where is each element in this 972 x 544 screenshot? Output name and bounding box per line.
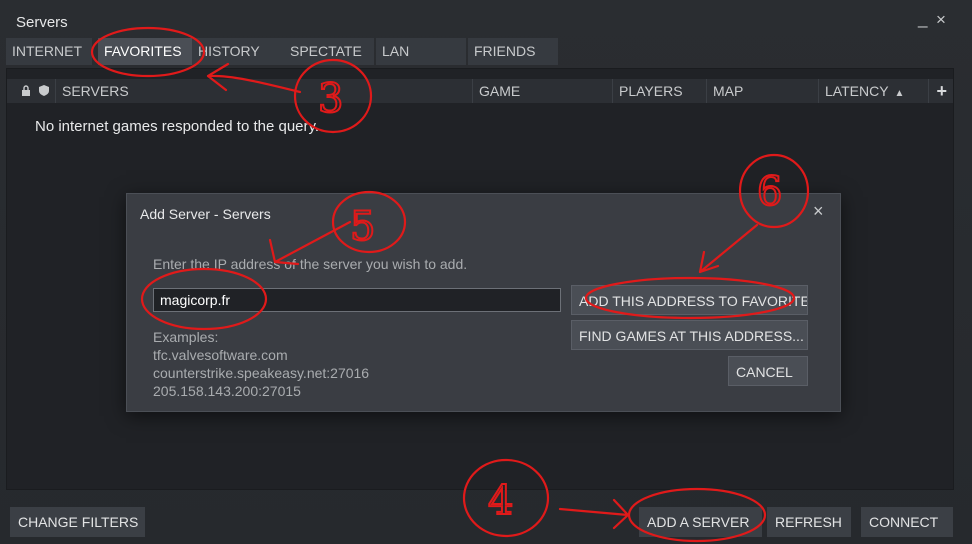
example-item: tfc.valvesoftware.com [153, 347, 288, 363]
lock-icon[interactable] [21, 85, 31, 96]
add-column-cell: + [928, 79, 953, 103]
add-to-favorites-button[interactable]: ADD THIS ADDRESS TO FAVORITES... [571, 285, 808, 315]
examples-block: Examples: tfc.valvesoftware.com counters… [153, 328, 369, 400]
examples-label: Examples: [153, 329, 219, 345]
plus-icon[interactable]: + [936, 79, 947, 103]
find-games-button[interactable]: FIND GAMES AT THIS ADDRESS... [571, 320, 808, 350]
column-servers[interactable]: SERVERS [55, 79, 473, 103]
add-server-dialog: Add Server - Servers × Enter the IP addr… [126, 193, 841, 412]
tab-spectate[interactable]: SPECTATE [284, 38, 374, 65]
sort-ascending-icon: ▲ [894, 88, 905, 99]
example-item: counterstrike.speakeasy.net:27016 [153, 365, 370, 381]
change-filters-button[interactable]: CHANGE FILTERS [10, 507, 145, 537]
column-players[interactable]: PLAYERS [612, 79, 706, 103]
column-game[interactable]: GAME [472, 79, 612, 103]
column-latency-label: LATENCY [825, 83, 889, 99]
window-title: Servers [16, 14, 68, 31]
column-latency[interactable]: LATENCY ▲ [818, 79, 928, 103]
tab-friends[interactable]: FRIENDS [468, 38, 558, 65]
connect-button[interactable]: CONNECT [861, 507, 953, 537]
tab-history[interactable]: HISTORY [192, 38, 284, 65]
close-icon[interactable]: × [936, 10, 946, 30]
cancel-button[interactable]: CANCEL [728, 356, 808, 386]
tab-favorites[interactable]: FAVORITES [98, 38, 192, 65]
empty-list-message: No internet games responded to the query… [35, 118, 320, 135]
tab-lan[interactable]: LAN [376, 38, 466, 65]
minimize-icon[interactable]: _ [918, 9, 927, 29]
dialog-prompt: Enter the IP address of the server you w… [153, 256, 468, 272]
add-server-button[interactable]: ADD A SERVER [639, 507, 762, 537]
column-header: SERVERS GAME PLAYERS MAP LATENCY ▲ + [7, 79, 953, 103]
servers-window: Servers _ × INTERNET FAVORITES HISTORY S… [0, 0, 972, 544]
refresh-button[interactable]: REFRESH [767, 507, 851, 537]
ip-address-input[interactable] [153, 288, 561, 312]
dialog-title: Add Server - Servers [140, 206, 271, 222]
example-item: 205.158.143.200:27015 [153, 383, 301, 399]
dialog-close-icon[interactable]: × [813, 201, 824, 222]
column-map[interactable]: MAP [706, 79, 818, 103]
shield-icon[interactable] [39, 85, 49, 96]
tab-internet[interactable]: INTERNET [6, 38, 92, 65]
